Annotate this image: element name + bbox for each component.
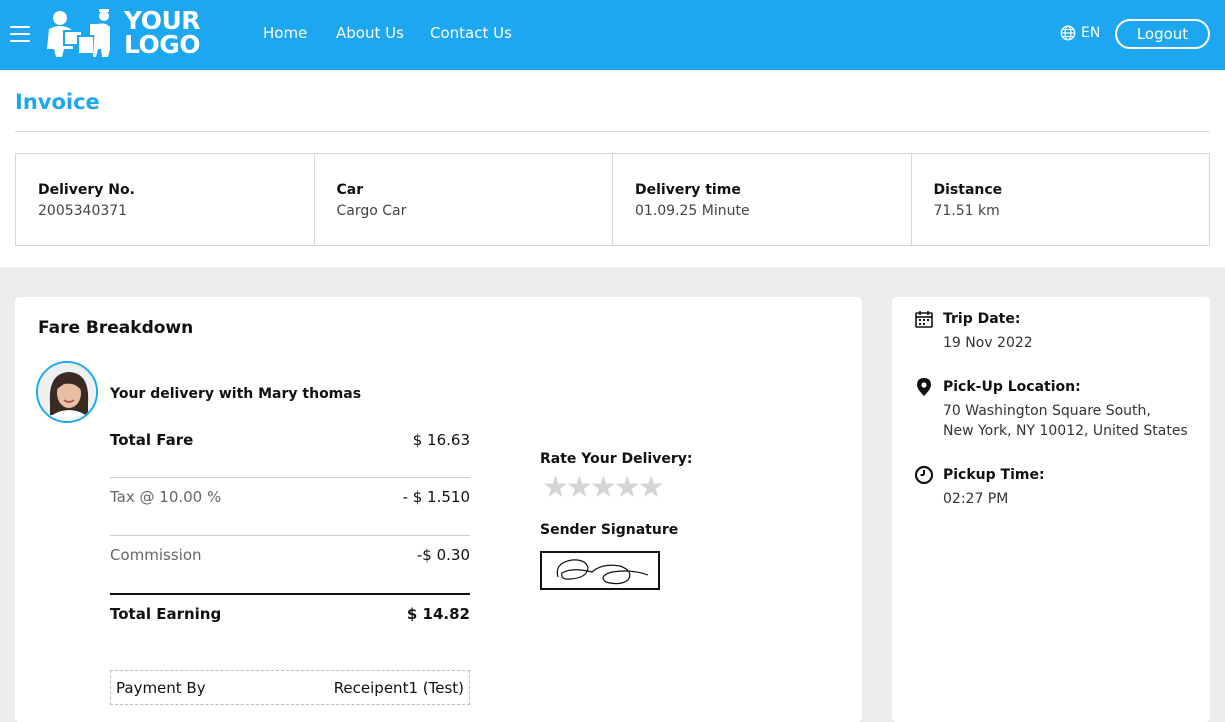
info-label: Car	[336, 182, 364, 198]
divider	[110, 535, 470, 536]
trip-details-card: Trip Date: 19 Nov 2022 Pick-Up Location:…	[892, 297, 1210, 722]
info-value: Cargo Car	[336, 203, 407, 219]
info-label: Delivery time	[635, 182, 741, 198]
trip-date-label: Trip Date:	[943, 311, 1021, 327]
nav-home[interactable]: Home	[263, 24, 307, 42]
pickup-address-line1: 70 Washington Square South,	[943, 403, 1151, 419]
pickup-time-label: Pickup Time:	[943, 467, 1045, 483]
info-cell-delivery-time: Delivery time 01.09.25 Minute	[613, 154, 912, 245]
rate-delivery-title: Rate Your Delivery:	[540, 451, 693, 467]
star-icon[interactable]: ★	[566, 470, 593, 505]
delivery-with-text: Your delivery with Mary thomas	[110, 386, 362, 402]
info-cell-distance: Distance 71.51 km	[912, 154, 1210, 245]
clock-icon	[914, 465, 934, 485]
info-value: 71.51 km	[933, 203, 1000, 219]
pickup-location-label: Pick-Up Location:	[943, 379, 1081, 395]
invoice-summary-panel: Invoice Delivery No. 2005340371 Car Carg…	[0, 70, 1225, 267]
info-label: Distance	[933, 182, 1003, 198]
fare-breakdown-title: Fare Breakdown	[38, 318, 194, 338]
divider	[110, 593, 470, 595]
delivery-logo-icon	[47, 9, 110, 57]
signature-box	[540, 551, 660, 590]
info-cell-car: Car Cargo Car	[315, 154, 613, 245]
trip-date-value: 19 Nov 2022	[943, 335, 1033, 351]
fare-row-value: -$ 0.30	[416, 546, 470, 564]
avatar	[36, 361, 98, 423]
logo-text-line2: LOGO	[124, 30, 201, 59]
fare-row-value: - $ 1.510	[402, 488, 470, 506]
star-icon[interactable]: ★	[590, 470, 617, 505]
pickup-time-value: 02:27 PM	[943, 491, 1009, 507]
fare-row-label: Tax @ 10.00 %	[110, 488, 222, 506]
payment-by-value: Receipent1 (Test)	[333, 679, 464, 697]
logout-button[interactable]: Logout	[1115, 19, 1210, 49]
divider	[110, 477, 470, 478]
star-rating[interactable]: ★★★★★	[542, 470, 665, 505]
delivery-info-row: Delivery No. 2005340371 Car Cargo Car De…	[15, 153, 1210, 246]
globe-icon	[1060, 25, 1076, 41]
fare-breakdown-card: Fare Breakdown Your delivery with Mary t…	[15, 297, 862, 722]
star-icon[interactable]: ★	[542, 470, 569, 505]
info-value: 01.09.25 Minute	[635, 203, 750, 219]
pickup-address-line2: New York, NY 10012, United States	[943, 423, 1188, 439]
fare-row-value: $ 14.82	[406, 605, 470, 623]
star-icon[interactable]: ★	[638, 470, 665, 505]
divider	[15, 131, 1210, 132]
sender-signature-title: Sender Signature	[540, 522, 679, 538]
top-navbar: YOUR LOGO Home About Us Contact Us EN Lo…	[0, 0, 1225, 70]
fare-row-label: Total Fare	[110, 431, 194, 449]
language-label: EN	[1081, 25, 1101, 41]
location-pin-icon	[917, 378, 931, 396]
nav-about-us[interactable]: About Us	[336, 24, 404, 42]
star-icon[interactable]: ★	[614, 470, 641, 505]
page-title: Invoice	[15, 90, 100, 114]
fare-row-label: Commission	[110, 546, 202, 564]
fare-row-value: $ 16.63	[412, 431, 470, 449]
nav-contact-us[interactable]: Contact Us	[430, 24, 512, 42]
menu-icon[interactable]	[10, 26, 30, 44]
fare-row-label: Total Earning	[110, 605, 222, 623]
payment-by-box: Payment By Receipent1 (Test)	[110, 670, 470, 705]
info-label: Delivery No.	[38, 182, 135, 198]
logo[interactable]: YOUR LOGO	[44, 8, 214, 61]
language-selector[interactable]: EN	[1060, 25, 1100, 41]
signature-image	[556, 559, 649, 585]
payment-by-label: Payment By	[116, 679, 206, 697]
info-cell-delivery-no: Delivery No. 2005340371	[16, 154, 315, 245]
pickup-location-value: 70 Washington Square South, New York, NY…	[943, 401, 1188, 441]
calendar-icon	[915, 311, 933, 328]
driver-photo	[38, 363, 96, 421]
info-value: 2005340371	[38, 203, 128, 219]
